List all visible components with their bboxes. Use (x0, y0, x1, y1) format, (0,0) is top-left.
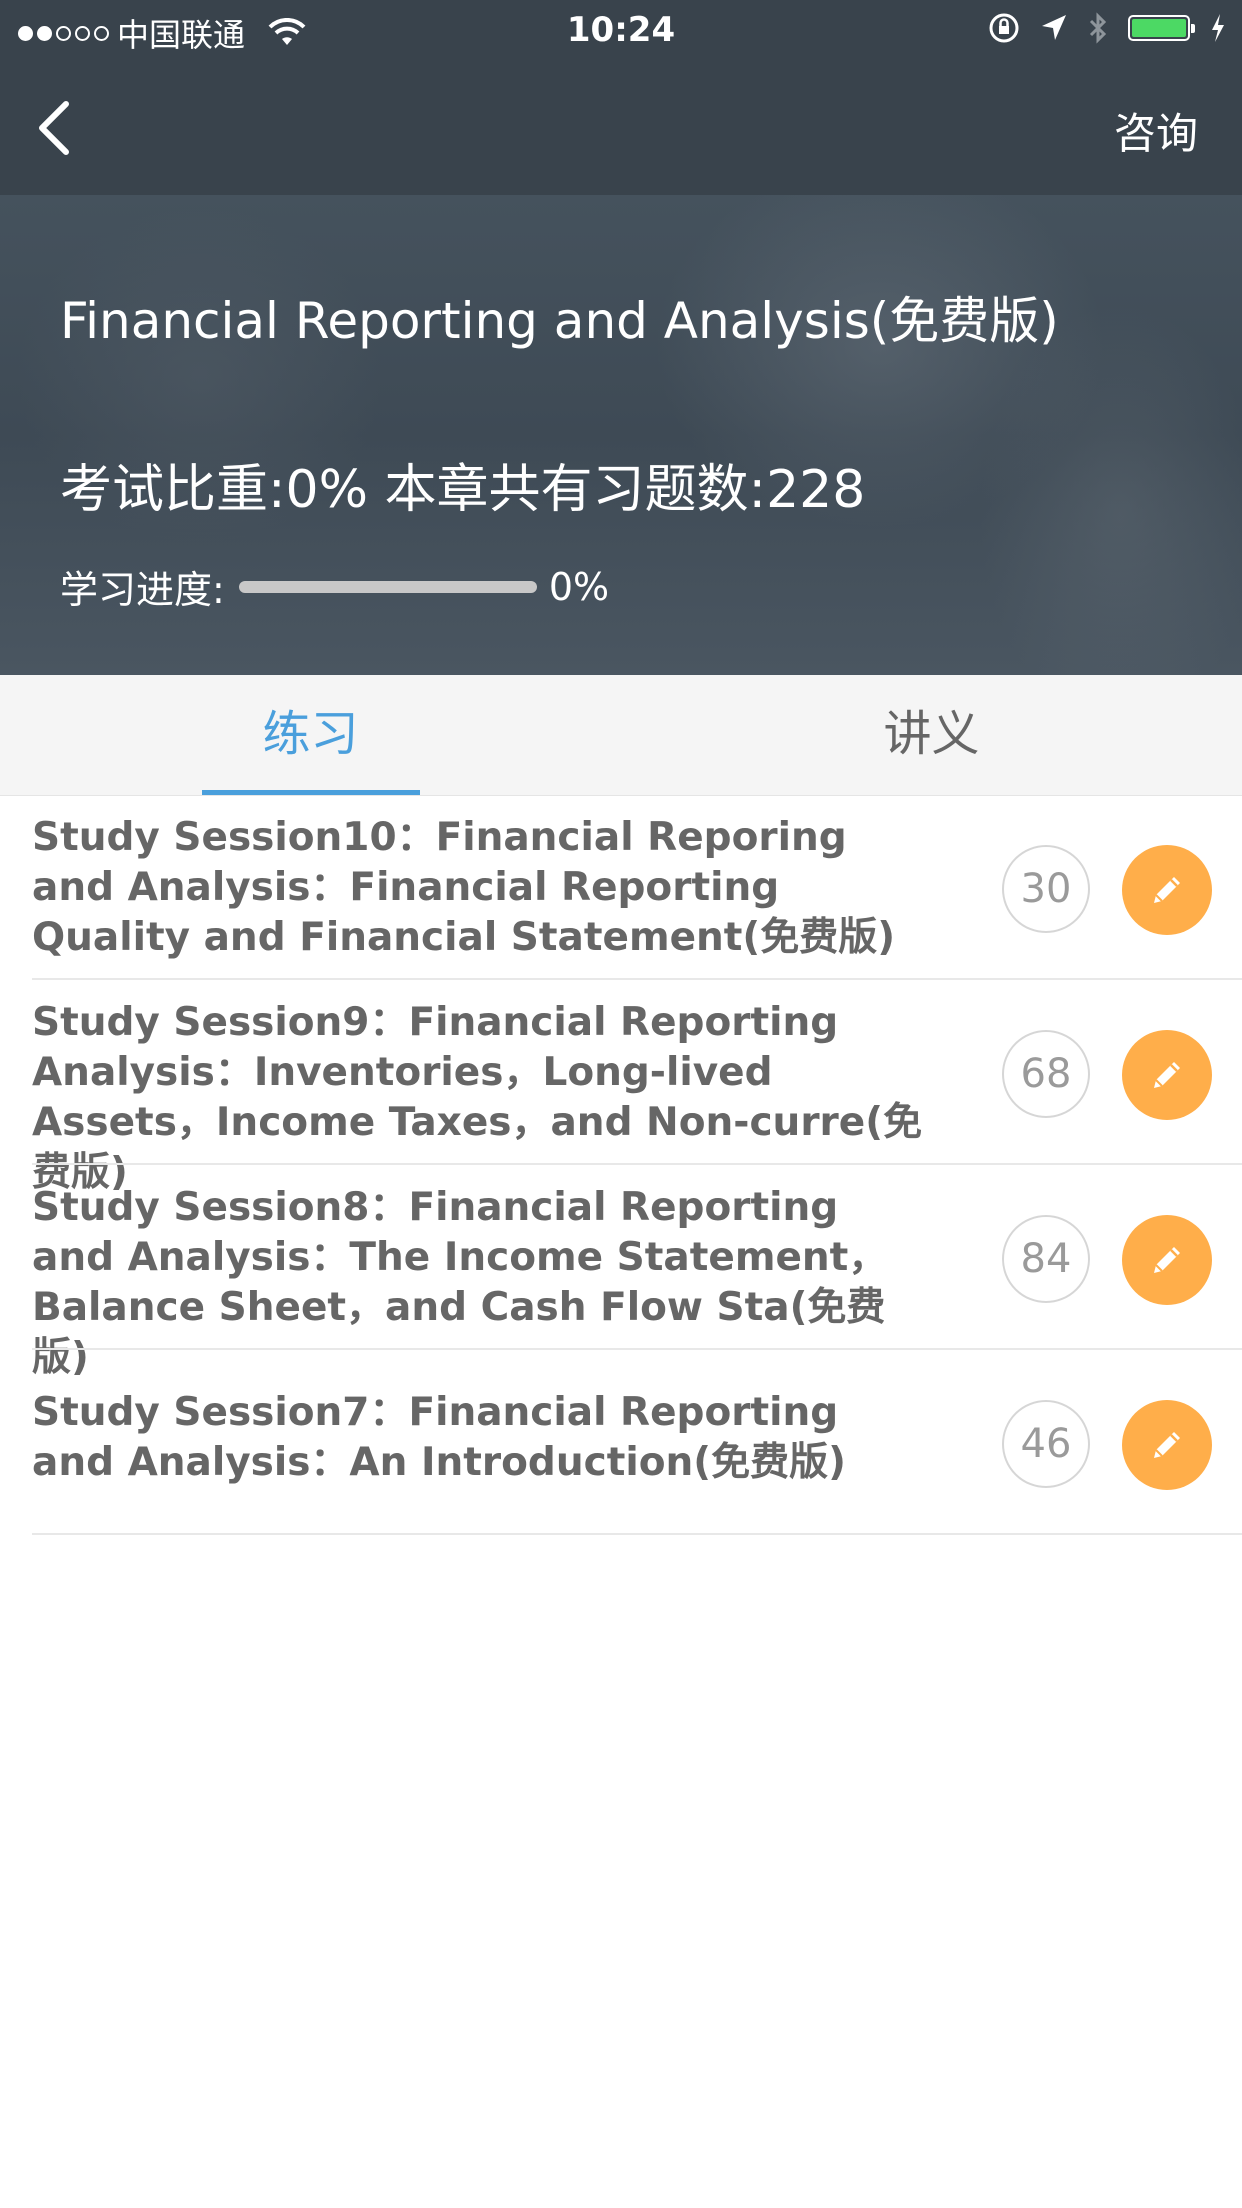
chapter-stats: 考试比重:0% 本章共有习题数:228 (60, 460, 866, 520)
practice-button[interactable] (1122, 845, 1212, 935)
session-title: Study Session7：Financial Reporting and A… (32, 1390, 846, 1485)
study-progress: 学习进度: 0% (60, 559, 609, 614)
question-count-badge: 46 (1002, 1400, 1090, 1488)
nav-bar: 咨询 (0, 62, 1242, 195)
question-count-badge: 30 (1002, 845, 1090, 933)
session-title: Study Session10：Financial Reporing and A… (32, 815, 896, 960)
list-item[interactable]: Study Session9：Financial Reporting Analy… (0, 980, 1242, 1195)
pencil-icon (1154, 1062, 1180, 1088)
chapter-title: Financial Reporting and Analysis(免费版) (60, 292, 1059, 350)
list-item[interactable]: Study Session10：Financial Reporing and A… (0, 795, 1242, 980)
divider (32, 1533, 1242, 1535)
pencil-icon (1154, 1432, 1180, 1458)
bluetooth-icon (1089, 12, 1107, 44)
progress-label: 学习进度: (60, 568, 225, 612)
progress-bar (238, 580, 537, 593)
location-arrow-icon (1042, 15, 1066, 40)
back-button[interactable] (30, 98, 80, 158)
practice-button[interactable] (1122, 1400, 1212, 1490)
practice-button[interactable] (1122, 1215, 1212, 1305)
question-count-badge: 68 (1002, 1030, 1090, 1118)
battery-icon (1128, 15, 1195, 41)
session-list: Study Session10：Financial Reporing and A… (0, 795, 1242, 1535)
tab-bar: 练习 讲义 (0, 675, 1242, 796)
list-item[interactable]: Study Session8：Financial Reporting and A… (0, 1165, 1242, 1380)
charging-bolt-icon (1212, 14, 1224, 42)
status-bar: 中国联通 10:24 (0, 0, 1242, 62)
consult-button[interactable]: 咨询 (1114, 100, 1198, 161)
tab-notes[interactable]: 讲义 (621, 675, 1242, 795)
list-item[interactable]: Study Session7：Financial Reporting and A… (0, 1350, 1242, 1535)
practice-button[interactable] (1122, 1030, 1212, 1120)
pencil-icon (1154, 877, 1180, 903)
tab-practice[interactable]: 练习 (0, 675, 621, 795)
status-right (988, 12, 1226, 44)
question-count-badge: 84 (1002, 1215, 1090, 1303)
top-bar: 中国联通 10:24 咨询 (0, 0, 1242, 195)
progress-value: 0% (548, 564, 610, 609)
chapter-header: Financial Reporting and Analysis(免费版) 考试… (0, 195, 1242, 675)
orientation-lock-icon (989, 13, 1019, 43)
pencil-icon (1154, 1247, 1180, 1273)
